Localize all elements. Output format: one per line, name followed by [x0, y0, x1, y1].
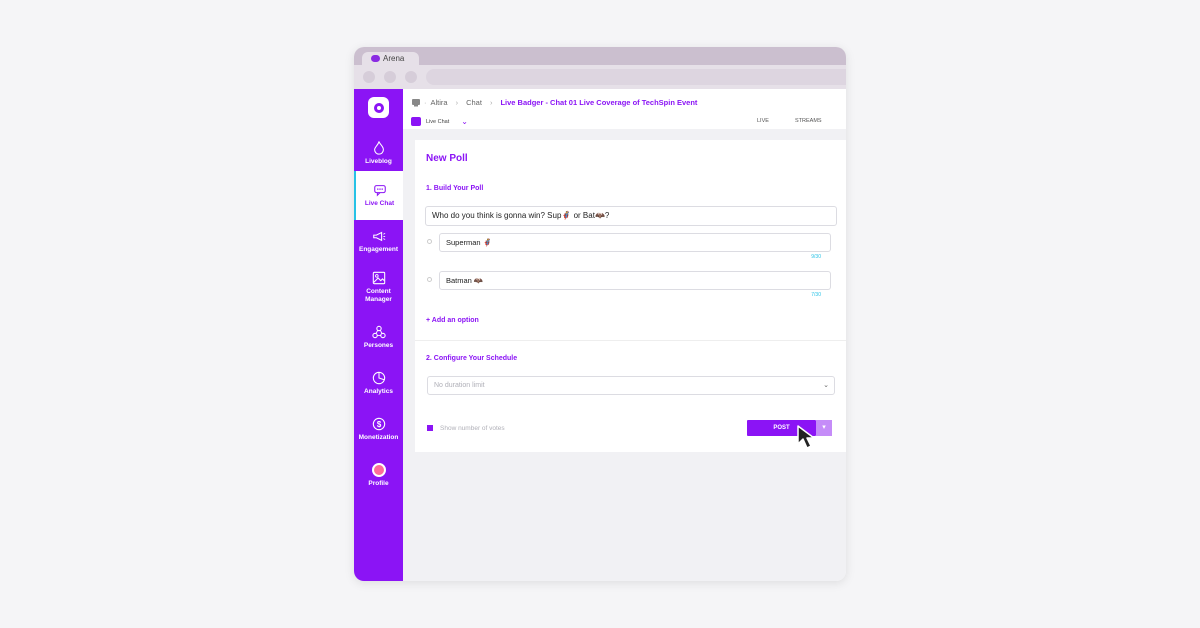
browser-tab-title: Arena	[383, 54, 405, 63]
section-title-build: 1. Build Your Poll	[426, 185, 484, 192]
avatar	[371, 463, 386, 477]
chevron-down-icon: ▾	[822, 424, 826, 431]
show-votes-label: Show number of votes	[440, 425, 505, 432]
pie-chart-icon	[372, 371, 385, 385]
mouse-cursor-icon	[797, 425, 815, 449]
chevron-down-icon: ⌄	[461, 117, 468, 126]
sidebar-item-profile[interactable]: Profile	[354, 463, 403, 488]
poll-option-input[interactable]: Batman 🦇	[439, 271, 831, 290]
sidebar-item-label: Liveblog	[365, 158, 392, 165]
chat-icon	[411, 117, 421, 126]
app-window: Arena Liveblog Live Chat Engagement Cont…	[354, 47, 846, 581]
sidebar-item-label: Monetization	[358, 434, 399, 441]
char-counter: 9/30	[811, 254, 821, 260]
sidebar-item-live-chat[interactable]: Live Chat	[354, 171, 403, 220]
topbar: · Altira › Chat › Live Badger - Chat 01 …	[403, 89, 846, 129]
arena-logo[interactable]	[368, 97, 389, 118]
sidebar: Liveblog Live Chat Engagement Content Ma…	[354, 89, 403, 581]
sidebar-item-engagement[interactable]: Engagement	[354, 229, 403, 254]
poll-question-input[interactable]: Who do you think is gonna win? Sup🦸 or B…	[425, 206, 837, 226]
page-title: New Poll	[426, 153, 468, 164]
breadcrumb-item[interactable]: Chat	[466, 98, 482, 107]
new-poll-card: New Poll 1. Build Your Poll Who do you t…	[415, 140, 846, 452]
people-icon	[371, 325, 386, 339]
arena-tab-icon	[371, 55, 380, 62]
back-icon[interactable]	[363, 71, 375, 83]
sidebar-item-content-manager[interactable]: Content Manager	[354, 271, 403, 304]
sidebar-item-label: Live Chat	[364, 200, 395, 207]
duration-select[interactable]: No duration limit ⌄	[427, 376, 835, 395]
home-icon[interactable]	[411, 97, 421, 107]
sidebar-item-label: Persones	[363, 342, 394, 349]
reload-icon[interactable]	[405, 71, 417, 83]
svg-text:$: $	[376, 420, 381, 429]
breadcrumb-item[interactable]: Altira	[431, 98, 448, 107]
option-radio	[427, 239, 432, 244]
sidebar-item-label: Analytics	[364, 388, 393, 395]
browser-toolbar	[354, 65, 846, 89]
divider	[415, 340, 846, 341]
browser-tabbar: Arena	[354, 47, 846, 65]
url-bar[interactable]	[426, 69, 846, 85]
browser-tab[interactable]: Arena	[362, 52, 419, 65]
tab-streams[interactable]: STREAMS	[795, 118, 822, 124]
duration-select-value: No duration limit	[434, 382, 485, 389]
image-icon	[372, 271, 385, 285]
option-radio	[427, 277, 432, 282]
section-title-schedule: 2. Configure Your Schedule	[426, 355, 518, 362]
sidebar-item-analytics[interactable]: Analytics	[354, 371, 403, 396]
breadcrumb-current: Live Badger - Chat 01 Live Coverage of T…	[500, 97, 698, 107]
chat-icon	[373, 185, 386, 197]
chat-selector-label: Live Chat	[426, 118, 450, 125]
breadcrumb: · Altira › Chat › Live Badger - Chat 01 …	[411, 97, 697, 107]
flame-icon	[373, 141, 384, 155]
chevron-down-icon: ⌄	[823, 382, 829, 389]
main-content: · Altira › Chat › Live Badger - Chat 01 …	[403, 89, 846, 581]
show-votes-checkbox[interactable]	[427, 425, 433, 431]
add-option-button[interactable]: + Add an option	[426, 317, 479, 324]
sidebar-item-liveblog[interactable]: Liveblog	[354, 141, 403, 166]
sidebar-item-monetization[interactable]: $ Monetization	[354, 417, 403, 442]
sidebar-item-label: Content Manager	[365, 288, 392, 303]
sidebar-item-label: Profile	[368, 480, 389, 487]
chat-selector[interactable]: Live Chat ⌄	[411, 117, 468, 126]
poll-option-input[interactable]: Superman 🦸	[439, 233, 831, 252]
tab-live[interactable]: LIVE	[757, 118, 769, 124]
char-counter: 7/30	[811, 292, 821, 298]
sidebar-item-persones[interactable]: Persones	[354, 325, 403, 350]
sidebar-item-label: Engagement	[358, 246, 398, 253]
dollar-icon: $	[372, 417, 385, 431]
forward-icon[interactable]	[384, 71, 396, 83]
megaphone-icon	[372, 231, 385, 242]
